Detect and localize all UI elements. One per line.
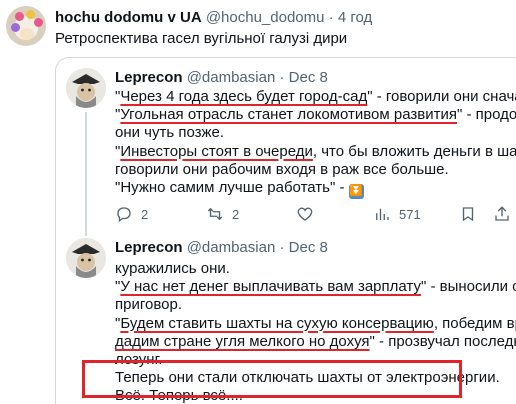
handle[interactable]: @dambasian: [187, 69, 276, 86]
text-line: дадим стране угля мелкого но дохуя" - пр…: [115, 332, 516, 350]
text-line: говорили они рабочим входя в раж все бол…: [115, 160, 449, 178]
handle[interactable]: @dambasian: [187, 239, 276, 256]
display-name[interactable]: Leprecon: [115, 239, 183, 256]
like-button[interactable]: [296, 203, 322, 225]
timestamp[interactable]: Dec 8: [289, 69, 328, 86]
outer-tweet: hochu dodomu v UA @hochu_dodomu · 4 год …: [0, 0, 516, 52]
separator: ·: [279, 239, 285, 256]
timestamp[interactable]: 4 год: [338, 9, 372, 26]
author-row: hochu dodomu v UA @hochu_dodomu · 4 год: [55, 9, 372, 26]
reply-count: 2: [141, 206, 149, 222]
tweet-text: куражились они. "У нас нет денег выплачи…: [115, 260, 516, 404]
text-line: лозунг.: [115, 351, 163, 369]
text-line: приговор.: [115, 296, 182, 314]
repost-icon: [207, 207, 223, 221]
views-icon: [376, 208, 389, 220]
bookmark-icon: [462, 207, 474, 222]
down-arrow-icon: ⏬: [348, 184, 364, 200]
display-name[interactable]: Leprecon: [115, 69, 183, 86]
view-count: 571: [399, 206, 421, 222]
tweet-text: Ретроспектива гасел вугільної галузі дир…: [55, 30, 348, 47]
reply-button[interactable]: 2: [115, 203, 148, 225]
views-button[interactable]: 571: [373, 203, 421, 225]
text-line: "У нас нет денег выплачивать вам зарплат…: [115, 278, 516, 296]
reply-icon: [117, 207, 131, 223]
text-line: "Через 4 года здесь будет город-сад" - г…: [115, 88, 516, 105]
text-line: "Будем ставить шахты на сухую консерваци…: [115, 314, 516, 332]
text-line: "Нужно самим лучше работать" - ⏬: [115, 179, 364, 200]
display-name[interactable]: hochu dodomu v UA: [55, 9, 202, 26]
repost-count: 2: [232, 206, 240, 222]
repost-button[interactable]: 2: [206, 203, 239, 225]
share-button[interactable]: [493, 203, 511, 225]
avatar[interactable]: [66, 68, 106, 108]
heart-icon: [297, 207, 313, 221]
quoted-tweet[interactable]: Leprecon @dambasian · Dec 8 куражились о…: [56, 234, 516, 404]
tweet-text: "Через 4 года здесь будет город-сад" - г…: [115, 88, 516, 200]
text-line: Теперь они стали отключать шахты от элек…: [115, 369, 500, 387]
action-bar: 2 2 571: [115, 203, 515, 225]
share-icon: [495, 206, 509, 221]
author-row: Leprecon @dambasian · Dec 8: [115, 69, 328, 86]
timestamp[interactable]: Dec 8: [289, 239, 328, 256]
bookmark-button[interactable]: [459, 203, 477, 225]
separator: ·: [328, 9, 334, 26]
avatar[interactable]: [66, 238, 106, 278]
text-line: "Угольная отрасль станет локомотивом раз…: [115, 106, 516, 124]
thread-line: [85, 112, 87, 236]
text-line: "Инвесторы стоят в очереди, что бы вложи…: [115, 142, 516, 160]
text-line: они чуть позже.: [115, 124, 225, 142]
text-line: куражились они.: [115, 260, 230, 277]
quoted-thread-card[interactable]: Leprecon @dambasian · Dec 8 "Через 4 год…: [55, 57, 516, 404]
avatar[interactable]: [6, 6, 46, 46]
quoted-tweet[interactable]: Leprecon @dambasian · Dec 8 "Через 4 год…: [56, 58, 516, 236]
text-line: Всё. Теперь всё....: [115, 387, 243, 404]
separator: ·: [279, 69, 285, 86]
handle[interactable]: @hochu_dodomu: [206, 9, 325, 26]
author-row: Leprecon @dambasian · Dec 8: [115, 239, 328, 256]
